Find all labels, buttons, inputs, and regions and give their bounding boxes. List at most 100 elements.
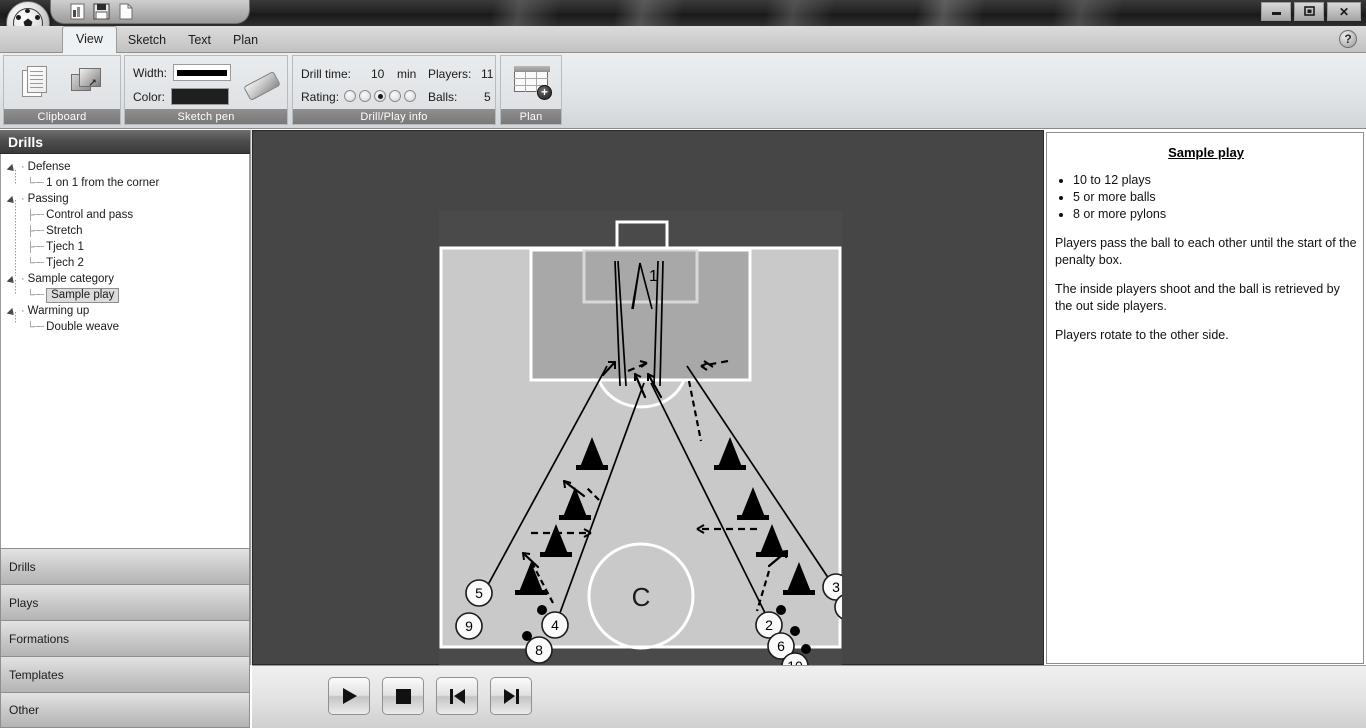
list-item: 10 to 12 plays xyxy=(1073,172,1357,189)
chart-icon[interactable] xyxy=(69,3,86,20)
ribbon-group-plan: + Plan xyxy=(500,55,562,125)
svg-text:5: 5 xyxy=(475,585,483,601)
tab-plan[interactable]: Plan xyxy=(222,28,269,53)
tree-label: Warming up xyxy=(27,305,90,317)
pen-width-row: Width: xyxy=(133,64,232,81)
soccer-field-diagram[interactable]: C 1 5 9 4 8 2 6 3 xyxy=(439,211,842,690)
balls-label: Balls: xyxy=(428,90,458,104)
expander-icon[interactable] xyxy=(9,307,18,316)
players-value[interactable]: 11 xyxy=(481,67,493,81)
add-plan-icon[interactable]: + xyxy=(514,66,552,100)
details-panel: Sample play 10 to 12 plays 5 or more bal… xyxy=(1046,132,1364,664)
pen-color-swatch[interactable] xyxy=(171,88,230,105)
rating-dot-3[interactable] xyxy=(374,90,386,102)
tab-text[interactable]: Text xyxy=(177,28,222,53)
stop-button[interactable] xyxy=(382,677,424,715)
pen-width-swatch[interactable] xyxy=(173,64,232,81)
title-bar: ✕ xyxy=(0,0,1366,26)
minimize-button[interactable] xyxy=(1261,2,1291,21)
expander-icon[interactable] xyxy=(9,275,18,284)
tab-sketch[interactable]: Sketch xyxy=(117,28,177,53)
paste-icon[interactable] xyxy=(21,65,52,100)
expander-icon[interactable] xyxy=(9,195,18,204)
svg-text:3: 3 xyxy=(832,579,840,595)
tree-category-sample-category[interactable]: · Sample category xyxy=(1,271,249,287)
nav-button-other[interactable]: Other xyxy=(0,692,250,728)
tree-category-defense[interactable]: · Defense xyxy=(1,159,249,175)
details-bullet-list: 10 to 12 plays 5 or more balls 8 or more… xyxy=(1055,172,1357,223)
tree-label: 1 on 1 from the corner xyxy=(46,177,160,189)
svg-text:9: 9 xyxy=(465,618,473,634)
field-canvas[interactable]: C 1 5 9 4 8 2 6 3 xyxy=(252,130,1044,690)
ribbon-tab-bar: View Sketch Text Plan ? xyxy=(0,26,1366,54)
svg-text:4: 4 xyxy=(551,617,559,633)
tree-connector-icon: ├┄┄ xyxy=(27,225,44,237)
sidebar-nav-buttons: Drills Plays Formations Templates Other xyxy=(0,548,250,728)
soccer-ball-icon xyxy=(13,8,43,26)
pen-width-label: Width: xyxy=(133,65,168,80)
details-title: Sample play xyxy=(1168,145,1244,160)
tree-item-stretch[interactable]: ├┄┄ Stretch xyxy=(1,223,249,239)
tree-label: Double weave xyxy=(46,321,120,333)
rating-dot-4[interactable] xyxy=(389,90,401,102)
save-icon[interactable] xyxy=(93,3,110,20)
tree-category-warming-up[interactable]: · Warming up xyxy=(1,303,249,319)
pen-color-label: Color: xyxy=(133,89,166,104)
tab-view[interactable]: View xyxy=(62,26,117,54)
next-button[interactable] xyxy=(490,677,532,715)
copy-image-icon[interactable]: ➞ xyxy=(70,67,103,98)
ribbon: ➞ Clipboard Width: Color: Sketch pen Dri… xyxy=(0,53,1366,129)
tree-label: Tjech 1 xyxy=(46,241,84,253)
tree-item-tjech-2[interactable]: └┄┄ Tjech 2 xyxy=(1,255,249,271)
nav-button-drills[interactable]: Drills xyxy=(0,548,250,584)
rating-label: Rating: xyxy=(301,90,340,104)
window-controls: ✕ xyxy=(1261,2,1361,21)
tree-item-tjech-1[interactable]: ├┄┄ Tjech 1 xyxy=(1,239,249,255)
restore-button[interactable] xyxy=(1294,2,1324,21)
plan-group-label: Plan xyxy=(501,109,561,124)
sketch-pen-group-label: Sketch pen xyxy=(125,109,287,124)
tree-label-selected: Sample play xyxy=(46,287,120,303)
tree-connector-icon: ├┄┄ xyxy=(27,241,44,253)
tree-item-sample-play[interactable]: └┄┄ Sample play xyxy=(1,287,249,303)
tree-connector-icon: └┄┄ xyxy=(27,289,44,301)
quick-access-toolbar xyxy=(50,0,250,24)
nav-button-formations[interactable]: Formations xyxy=(0,620,250,656)
clipboard-group-label: Clipboard xyxy=(4,109,120,124)
center-circle-label: C xyxy=(632,582,651,612)
balls-value[interactable]: 5 xyxy=(484,90,491,104)
list-item: 5 or more balls xyxy=(1073,189,1357,206)
tree-label: Sample category xyxy=(27,273,114,285)
drill-info-group-label: Drill/Play info xyxy=(293,109,495,124)
expander-icon[interactable] xyxy=(9,163,18,172)
rating-dot-2[interactable] xyxy=(359,90,371,102)
tree-label: Defense xyxy=(27,161,71,173)
close-button[interactable]: ✕ xyxy=(1327,2,1361,21)
tree-category-passing[interactable]: · Passing xyxy=(1,191,249,207)
help-icon[interactable]: ? xyxy=(1339,30,1357,48)
tree-connector-icon: └┄┄ xyxy=(27,321,44,333)
new-document-icon[interactable] xyxy=(117,3,134,20)
list-item: 8 or more pylons xyxy=(1073,206,1357,223)
ribbon-group-sketch-pen: Width: Color: Sketch pen xyxy=(124,55,288,125)
ribbon-group-clipboard: ➞ Clipboard xyxy=(3,55,121,125)
nav-button-plays[interactable]: Plays xyxy=(0,584,250,620)
tree-item-control-and-pass[interactable]: ├┄┄ Control and pass xyxy=(1,207,249,223)
rating-control[interactable] xyxy=(344,90,416,102)
tree-connector-icon: └┄┄ xyxy=(27,257,44,269)
tree-label: Stretch xyxy=(46,225,83,237)
previous-button[interactable] xyxy=(436,677,478,715)
details-paragraph: The inside players shoot and the ball is… xyxy=(1055,282,1340,313)
play-button[interactable] xyxy=(328,677,370,715)
tree-item-1-on-1-from-the-corner[interactable]: └┄┄ 1 on 1 from the corner xyxy=(1,175,249,191)
rating-dot-5[interactable] xyxy=(404,90,416,102)
drill-time-value[interactable]: 10 xyxy=(371,67,384,81)
left-panel: Drills · Defense └┄┄ 1 on 1 from the cor… xyxy=(0,130,250,728)
playback-bar: ✓ Sketch Loop Speed xyxy=(252,665,1366,728)
eraser-icon[interactable] xyxy=(243,70,281,102)
tree-label: Control and pass xyxy=(46,209,134,221)
rating-dot-1[interactable] xyxy=(344,90,356,102)
field-svg: C 1 5 9 4 8 2 6 3 xyxy=(439,211,842,690)
nav-button-templates[interactable]: Templates xyxy=(0,656,250,692)
tree-item-double-weave[interactable]: └┄┄ Double weave xyxy=(1,319,249,335)
